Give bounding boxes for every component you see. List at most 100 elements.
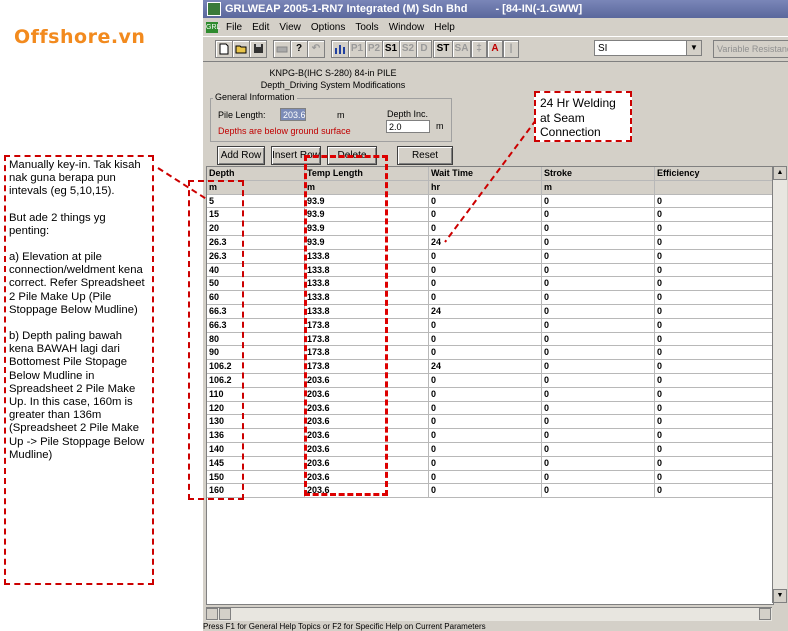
table-cell[interactable]: 24 xyxy=(429,305,542,318)
table-cell[interactable]: 0 xyxy=(429,194,542,208)
table-cell[interactable]: 0 xyxy=(542,236,655,249)
table-cell[interactable]: 0 xyxy=(655,456,773,470)
table-cell[interactable]: 0 xyxy=(655,443,773,456)
table-cell[interactable]: 0 xyxy=(655,291,773,304)
table-cell[interactable]: 0 xyxy=(655,208,773,222)
table-cell[interactable]: 0 xyxy=(655,194,773,208)
toolbar-a-button[interactable]: A xyxy=(487,40,503,58)
table-cell[interactable]: 0 xyxy=(429,208,542,222)
table-cell[interactable]: 0 xyxy=(429,470,542,484)
table-cell[interactable]: 0 xyxy=(655,263,773,277)
table-cell[interactable]: 0 xyxy=(429,291,542,304)
table-cell[interactable]: 0 xyxy=(429,387,542,401)
table-cell[interactable]: 0 xyxy=(542,277,655,291)
table-cell[interactable]: 0 xyxy=(655,277,773,291)
pile-length-input[interactable]: 203.6 xyxy=(280,108,306,121)
table-cell[interactable]: 0 xyxy=(429,429,542,442)
toolbar-p1-button[interactable]: P1 xyxy=(348,40,366,58)
table-cell[interactable]: 0 xyxy=(542,318,655,332)
table-cell[interactable]: 0 xyxy=(542,484,655,498)
table-cell[interactable]: 0 xyxy=(429,374,542,387)
table-cell[interactable]: 0 xyxy=(655,484,773,498)
table-cell[interactable]: 0 xyxy=(542,456,655,470)
table-cell[interactable]: 0 xyxy=(655,401,773,415)
toolbar-bar-button[interactable]: | xyxy=(503,40,519,58)
toolbar-st-button[interactable]: ST xyxy=(433,40,453,58)
table-cell[interactable]: 0 xyxy=(429,332,542,346)
table-cell[interactable]: 0 xyxy=(655,346,773,360)
table-cell[interactable]: 0 xyxy=(655,318,773,332)
help-question-icon[interactable]: ? xyxy=(290,40,308,58)
toolbar-d-button[interactable]: D xyxy=(416,40,432,58)
chart-bars-icon[interactable] xyxy=(331,40,349,58)
add-row-button[interactable]: Add Row xyxy=(217,146,265,165)
toolbar-sa-button[interactable]: SA xyxy=(452,40,471,58)
table-cell[interactable]: 0 xyxy=(542,194,655,208)
table-cell[interactable]: 0 xyxy=(542,415,655,429)
depth-inc-input[interactable]: 2.0 xyxy=(386,120,430,133)
table-cell[interactable]: 0 xyxy=(542,249,655,263)
reset-button[interactable]: Reset xyxy=(397,146,453,165)
menu-options[interactable]: Options xyxy=(306,22,350,33)
table-cell[interactable]: 0 xyxy=(655,387,773,401)
chevron-down-icon[interactable]: ▼ xyxy=(686,41,701,55)
table-cell[interactable]: 0 xyxy=(655,429,773,442)
scroll-left-icon[interactable] xyxy=(206,608,218,620)
table-cell[interactable]: 0 xyxy=(429,415,542,429)
table-cell[interactable]: 0 xyxy=(542,470,655,484)
menu-edit[interactable]: Edit xyxy=(247,22,274,33)
table-cell[interactable]: 0 xyxy=(429,443,542,456)
table-cell[interactable]: 0 xyxy=(542,291,655,304)
scroll-up-icon[interactable]: ▲ xyxy=(773,166,787,180)
table-cell[interactable]: 0 xyxy=(655,222,773,235)
menu-view[interactable]: View xyxy=(274,22,306,33)
table-cell[interactable]: 0 xyxy=(542,263,655,277)
new-file-icon[interactable] xyxy=(215,40,233,58)
undo-icon[interactable]: ↶ xyxy=(307,40,325,58)
toolbar-s2-button[interactable]: S2 xyxy=(399,40,417,58)
save-disk-icon[interactable] xyxy=(249,40,267,58)
table-cell[interactable]: 0 xyxy=(429,222,542,235)
table-cell[interactable]: 0 xyxy=(429,346,542,360)
table-cell[interactable]: 0 xyxy=(655,332,773,346)
table-cell[interactable]: 0 xyxy=(429,456,542,470)
table-cell[interactable]: 0 xyxy=(542,208,655,222)
table-cell[interactable]: 0 xyxy=(655,236,773,249)
open-folder-icon[interactable] xyxy=(232,40,250,58)
units-select[interactable]: SI ▼ xyxy=(594,40,702,56)
table-cell[interactable]: 0 xyxy=(429,263,542,277)
horizontal-scrollbar[interactable] xyxy=(206,607,772,621)
table-cell[interactable]: 0 xyxy=(655,360,773,373)
table-cell[interactable]: 0 xyxy=(542,332,655,346)
table-cell[interactable]: 0 xyxy=(542,374,655,387)
table-cell[interactable]: 0 xyxy=(429,318,542,332)
vertical-scrollbar[interactable]: ▲ ▼ xyxy=(772,166,787,603)
table-cell[interactable]: 0 xyxy=(655,305,773,318)
print-icon[interactable] xyxy=(273,40,291,58)
menu-file[interactable]: File xyxy=(221,22,247,33)
table-cell[interactable]: 0 xyxy=(429,277,542,291)
table-cell[interactable]: 0 xyxy=(542,387,655,401)
table-cell[interactable]: 0 xyxy=(429,249,542,263)
table-cell[interactable]: 0 xyxy=(542,429,655,442)
menu-tools[interactable]: Tools xyxy=(350,22,383,33)
table-cell[interactable]: 0 xyxy=(429,484,542,498)
scroll-right-icon[interactable] xyxy=(759,608,771,620)
scroll-down-icon[interactable]: ▼ xyxy=(773,589,787,603)
toolbar-s1-button[interactable]: S1 xyxy=(382,40,400,58)
table-cell[interactable]: 0 xyxy=(542,443,655,456)
toolbar-pile-icon[interactable]: ‡ xyxy=(471,40,487,58)
menu-help[interactable]: Help xyxy=(429,22,460,33)
table-cell[interactable]: 0 xyxy=(542,305,655,318)
menu-window[interactable]: Window xyxy=(384,22,430,33)
toolbar-p2-button[interactable]: P2 xyxy=(365,40,383,58)
table-cell[interactable]: 0 xyxy=(429,401,542,415)
table-cell[interactable]: 0 xyxy=(655,415,773,429)
table-cell[interactable]: 0 xyxy=(542,222,655,235)
table-cell[interactable]: 0 xyxy=(542,401,655,415)
table-cell[interactable]: 0 xyxy=(655,374,773,387)
table-cell[interactable]: 24 xyxy=(429,236,542,249)
scroll-thumb[interactable] xyxy=(219,608,231,620)
table-cell[interactable]: 0 xyxy=(655,249,773,263)
table-cell[interactable]: 24 xyxy=(429,360,542,373)
